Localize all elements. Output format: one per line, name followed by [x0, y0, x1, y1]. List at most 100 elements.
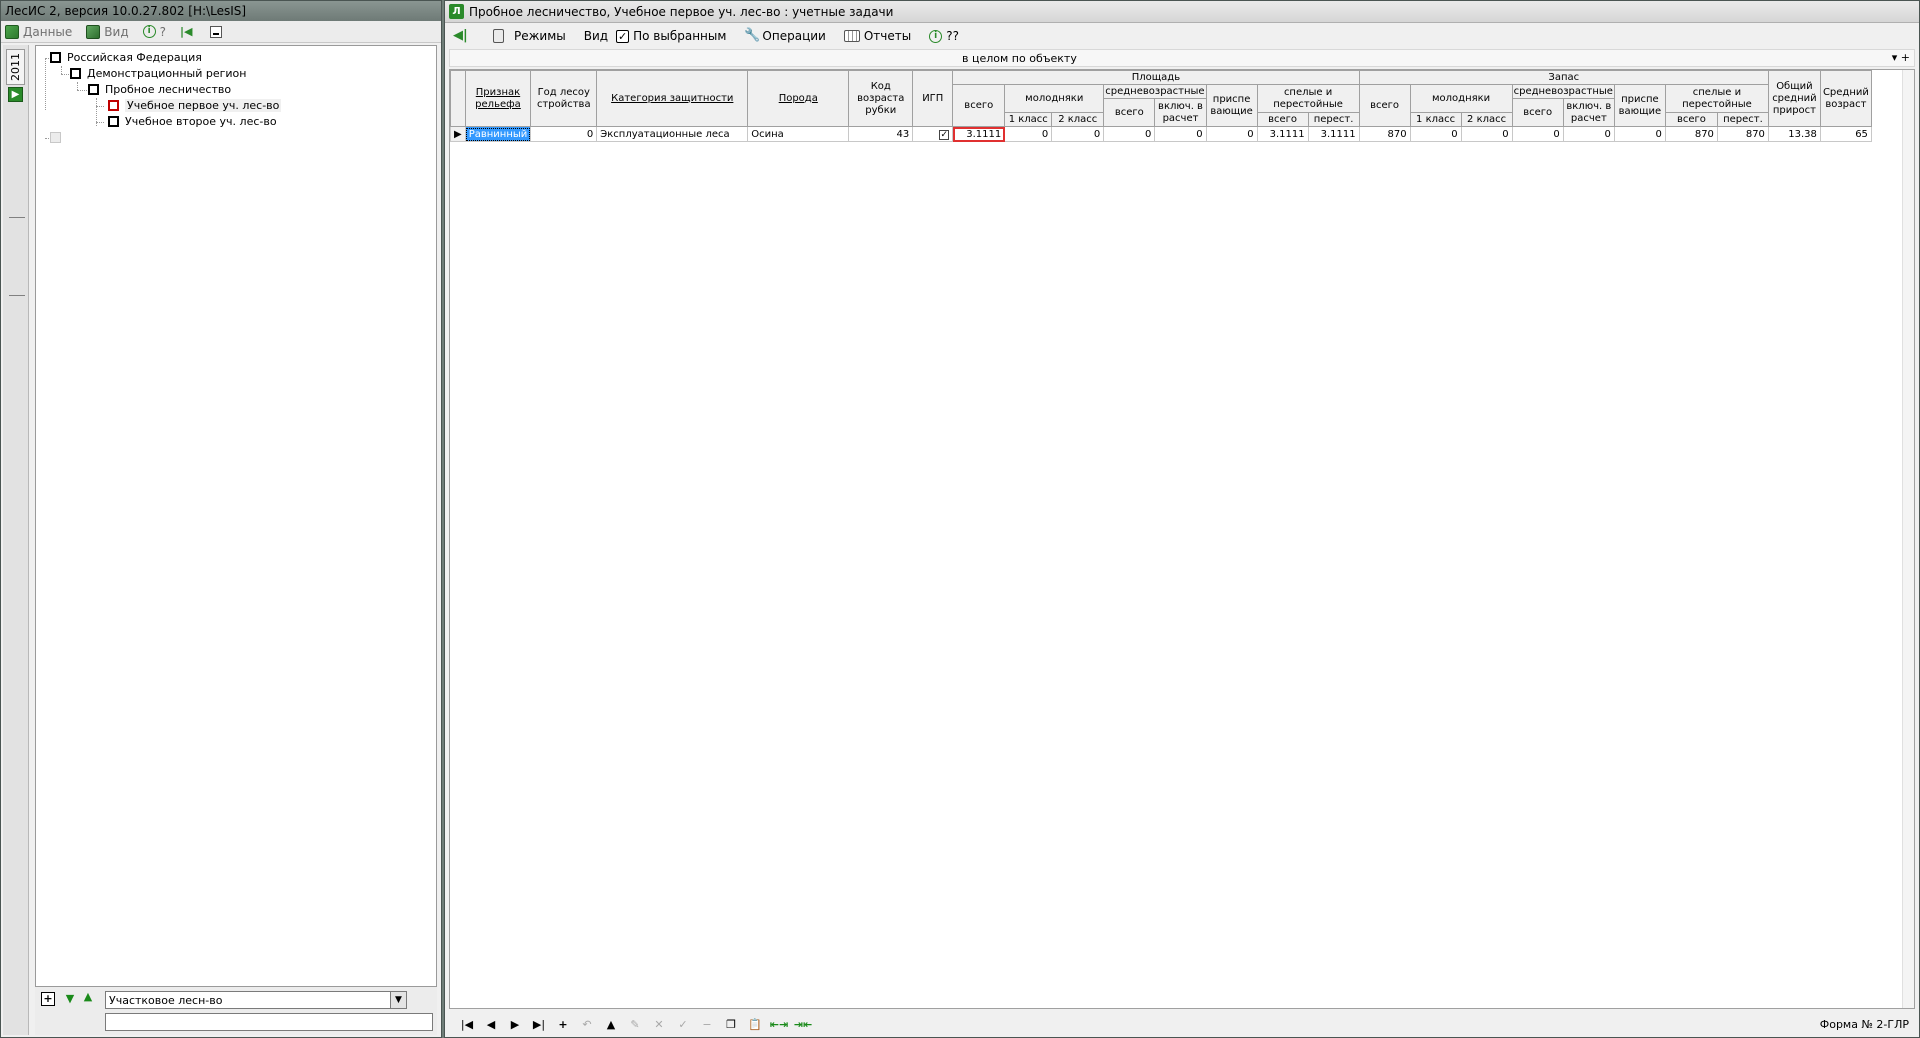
tree-node-region[interactable]: Демонстрационный регион — [70, 66, 246, 81]
cell-species[interactable]: Осина — [747, 126, 850, 142]
col-age-code[interactable]: Код возраста рубки — [848, 70, 914, 127]
tree-node-forestry[interactable]: Пробное лесничество — [88, 82, 231, 97]
tree-node-district-second[interactable]: Учебное второе уч. лес-во — [108, 114, 277, 129]
go-first-button[interactable]: |◀ — [179, 24, 196, 38]
copy-icon[interactable]: ❐ — [719, 1018, 743, 1031]
expand-all-button[interactable]: + — [41, 992, 55, 1006]
group-area-mature: спелые и перестойные — [1256, 84, 1360, 113]
first-record-icon[interactable]: |◀ — [455, 1018, 479, 1031]
cell-area-middle-total[interactable]: 0 — [1103, 126, 1156, 142]
cell-growth[interactable]: 13.38 — [1767, 126, 1821, 142]
last-record-icon[interactable]: ▶| — [527, 1018, 551, 1031]
undo-icon: ↶ — [582, 1017, 592, 1031]
scope-controls[interactable]: ▾ + — [1892, 51, 1910, 64]
cell-stock-mature-over[interactable]: 870 — [1716, 126, 1769, 142]
cell-stock-ripening[interactable]: 0 — [1613, 126, 1666, 142]
menu-operations[interactable]: 🔧 Операции — [744, 29, 825, 44]
by-selected-checkbox[interactable]: ✓ По выбранным — [616, 29, 726, 43]
col-igp[interactable]: ИГП — [912, 70, 954, 127]
prev-record-icon[interactable]: ◀ — [479, 1018, 503, 1031]
cell-igp[interactable]: ✓ — [912, 126, 954, 142]
tree-node-federation[interactable]: Российская Федерация — [50, 50, 202, 65]
cell-age-code[interactable]: 43 — [848, 126, 914, 142]
year-tab[interactable]: 2011 — [6, 49, 25, 85]
col-growth[interactable]: Общий средний прирост — [1767, 70, 1821, 127]
col-stock-total[interactable]: всего — [1358, 84, 1411, 127]
menu-reports[interactable]: Отчеты — [843, 29, 911, 43]
filter-input[interactable] — [105, 1013, 433, 1031]
col-area-mature-over[interactable]: перест. — [1307, 112, 1360, 127]
menu-view[interactable]: Вид — [86, 24, 129, 39]
cell-area-ripening[interactable]: 0 — [1205, 126, 1258, 142]
cell-area-young-class2[interactable]: 0 — [1051, 126, 1105, 142]
cell-year[interactable]: 0 — [530, 126, 598, 142]
col-area-mature-total[interactable]: всего — [1256, 112, 1309, 127]
table-row[interactable]: ▶ Равнинный 0 Эксплуатационные леса Осин… — [450, 126, 1872, 142]
cell-stock-young-class2[interactable]: 0 — [1460, 126, 1513, 142]
col-avg-age[interactable]: Средний возраст — [1819, 70, 1872, 127]
go-arrow-icon[interactable]: ▶ — [8, 87, 23, 102]
navigator-window: ЛесИС 2, версия 10.0.27.802 [H:\LesIS] Д… — [0, 0, 442, 1038]
menu-help[interactable]: i ? — [142, 25, 166, 39]
col-area-young-class1[interactable]: 1 класс — [1004, 112, 1053, 127]
col-area-young-class2[interactable]: 2 класс — [1051, 112, 1105, 127]
col-stock-middle-incl[interactable]: включ. в расчет — [1562, 98, 1615, 127]
col-species[interactable]: Порода — [747, 70, 850, 127]
chevron-down-icon[interactable]: ▼ — [390, 992, 406, 1008]
scope-bar[interactable]: в целом по объекту ▾ + — [449, 49, 1915, 67]
info-icon: i — [929, 29, 943, 43]
cell-stock-middle-incl[interactable]: 0 — [1562, 126, 1615, 142]
menu-help[interactable]: i ?? — [929, 29, 959, 43]
fit-columns-icon[interactable]: ⇤⇥ — [767, 1018, 791, 1031]
col-area-middle-incl[interactable]: включ. в расчет — [1154, 98, 1207, 127]
vertical-scrollbar[interactable] — [1902, 70, 1914, 1008]
move-up-button[interactable]: ▲ — [81, 991, 95, 1005]
move-up-icon[interactable]: ▲ — [599, 1018, 623, 1031]
database-icon — [5, 24, 19, 39]
tree-node-district-first[interactable]: Учебное первое уч. лес-во — [108, 98, 282, 113]
cell-avg-age[interactable]: 65 — [1819, 126, 1872, 142]
cell-area-middle-incl[interactable]: 0 — [1154, 126, 1207, 142]
move-down-button[interactable]: ▼ — [63, 993, 77, 1007]
col-year[interactable]: Год лесоу стройства — [530, 70, 598, 127]
cell-relief[interactable]: Равнинный — [464, 126, 532, 142]
col-stock-mature-over[interactable]: перест. — [1716, 112, 1769, 127]
expand-columns-icon[interactable]: ⇥⇤ — [791, 1018, 815, 1031]
next-record-icon[interactable]: ▶ — [503, 1018, 527, 1031]
col-stock-middle-total[interactable]: всего — [1511, 98, 1564, 127]
cell-area-young-class1[interactable]: 0 — [1004, 126, 1053, 142]
menu-data[interactable]: Данные — [5, 24, 72, 39]
data-grid: Признак рельефа Год лесоу стройства Кате… — [449, 69, 1915, 1009]
cell-area-mature-total[interactable]: 3.1111 — [1256, 126, 1309, 142]
add-record-icon[interactable]: + — [551, 1018, 575, 1031]
cell-stock-total[interactable]: 870 — [1358, 126, 1411, 142]
minimize-panel-button[interactable] — [209, 25, 222, 38]
col-relief[interactable]: Признак рельефа — [464, 70, 532, 127]
triangle-up-icon: ▲ — [83, 990, 93, 1003]
col-stock-young-class1[interactable]: 1 класс — [1409, 112, 1462, 127]
cell-stock-mature-total[interactable]: 870 — [1664, 126, 1718, 142]
left-menu-bar: Данные Вид i ? |◀ — [1, 21, 441, 43]
skip-back-icon: |◀ — [179, 24, 193, 38]
cell-area-total[interactable]: 3.1111 — [952, 126, 1006, 142]
accounting-table: Признак рельефа Год лесоу стройства Кате… — [450, 70, 1872, 142]
cell-stock-middle-total[interactable]: 0 — [1511, 126, 1564, 142]
col-area-ripening[interactable]: приспе вающие — [1205, 84, 1258, 127]
plus-icon: + — [43, 992, 53, 1005]
checkbox-checked-icon[interactable]: ✓ — [939, 129, 950, 140]
cell-stock-young-class1[interactable]: 0 — [1409, 126, 1462, 142]
level-combo[interactable]: Участковое лесн-во ▼ — [105, 991, 407, 1009]
col-area-middle-total[interactable]: всего — [1103, 98, 1156, 127]
col-category[interactable]: Категория защитности — [596, 70, 749, 127]
menu-view[interactable]: Вид — [584, 29, 608, 43]
col-area-total[interactable]: всего — [952, 84, 1006, 127]
menu-modes[interactable]: Режимы — [493, 29, 566, 43]
group-area: Площадь — [952, 70, 1360, 85]
back-button[interactable]: ◀| — [453, 29, 471, 43]
col-stock-mature-total[interactable]: всего — [1664, 112, 1718, 127]
col-stock-young-class2[interactable]: 2 класс — [1460, 112, 1513, 127]
level-selector-bar: + ▼ ▲ Участковое лесн-во ▼ — [35, 987, 437, 1035]
cell-category[interactable]: Эксплуатационные леса — [596, 126, 749, 142]
col-stock-ripening[interactable]: приспе вающие — [1613, 84, 1666, 127]
cell-area-mature-over[interactable]: 3.1111 — [1307, 126, 1360, 142]
